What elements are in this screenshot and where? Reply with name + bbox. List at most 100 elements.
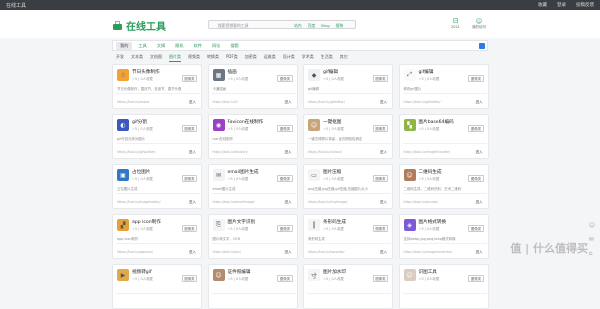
tool-card[interactable]: ◆ gif编辑 ☆5 | 0人收藏 图像类 gif编辑 https://tool.lu/g… <box>303 64 393 109</box>
subnav-item-image[interactable]: 图片类 <box>169 54 181 62</box>
subnav-item[interactable]: 文本类 <box>131 54 143 62</box>
tool-card[interactable]: 寸图片加水印 ☆5 | 0人收藏 图像类 <box>303 264 393 309</box>
top-bar: 在线工具 收藏 登录 投稿反馈 <box>0 0 600 10</box>
tool-description: 一键去掉照片背景，证件照轻松搞定 <box>308 137 363 141</box>
enter-link[interactable]: 进入 <box>476 250 483 255</box>
enter-link[interactable]: 进入 <box>189 150 196 155</box>
nav-item-software[interactable]: 软件 <box>190 42 206 50</box>
visitor-widget[interactable]: ☺ 我的访问 <box>472 18 486 30</box>
nav-item-questions[interactable]: 搜题 <box>226 42 242 50</box>
search-placeholder[interactable]: 搜索您想要的工具 <box>218 23 248 29</box>
tool-description: email图片生成 <box>212 187 236 191</box>
tool-name[interactable]: gif分割 <box>132 119 147 125</box>
enter-link[interactable]: 进入 <box>380 200 387 205</box>
mail-icon[interactable]: ✉ <box>589 236 595 243</box>
card-divider <box>402 243 487 244</box>
tool-name[interactable]: 视频转gif <box>132 269 152 275</box>
subnav-item[interactable]: 文档图 <box>150 54 162 62</box>
tool-name[interactable]: 占位图片 <box>132 169 150 175</box>
subnav-item[interactable]: 设计类 <box>283 54 295 62</box>
subnav-item[interactable]: 生活类 <box>321 54 333 62</box>
enter-link[interactable]: 进入 <box>285 150 292 155</box>
search-tab-sogou[interactable]: 搜狗 <box>336 23 344 29</box>
subnav-item[interactable]: 运维类 <box>264 54 276 62</box>
top-link-favorite[interactable]: 收藏 <box>538 2 547 8</box>
subnav-item[interactable]: 学术类 <box>302 54 314 62</box>
tool-card[interactable]: ▣ 占位图片 ☆5 | 0人收藏 图像类 占位图片生成 https://tool.lu/i… <box>112 164 202 209</box>
tool-name[interactable]: email图片生成 <box>228 169 259 175</box>
subnav-item[interactable]: 转换类 <box>207 54 219 62</box>
search-tab-bing[interactable]: Bing <box>321 23 329 29</box>
tool-name[interactable]: 一键抠图 <box>323 119 341 125</box>
enter-link[interactable]: 进入 <box>285 200 292 205</box>
tool-card[interactable]: ✉ email图片生成 ☆5 | 0人收藏 图像类 email图片生成 https://t… <box>207 164 298 209</box>
nav-item-links[interactable]: 网址 <box>208 42 224 50</box>
tool-card[interactable]: ║ 条形码生成 ☆5 | 0人收藏 图像类 条形码生成 https://tool.lu/b… <box>303 214 393 259</box>
subnav-item[interactable]: PDF类 <box>226 54 238 62</box>
enter-link[interactable]: 进入 <box>380 250 387 255</box>
enter-link[interactable]: 进入 <box>476 150 483 155</box>
tool-card[interactable]: ☺ 识图工具 ☆5 | 0人收藏 图像类 <box>398 264 489 309</box>
enter-link[interactable]: 进入 <box>189 250 196 255</box>
nav-item-random[interactable]: 随机 <box>171 42 187 50</box>
tool-name[interactable]: 图片格式转换 <box>419 219 447 225</box>
tool-card[interactable]: ▚ 图片base64编码 ☆5 | 0人收藏 图像类 https://tool.lu/i… <box>398 114 489 159</box>
enter-link[interactable]: 进入 <box>476 100 483 105</box>
home-icon[interactable]: ⌂ <box>589 250 595 257</box>
tool-name[interactable]: 图片base64编码 <box>419 119 454 125</box>
tool-card[interactable]: ☺ 二维码生成 ☆5 | 0人收藏 图像类 二维码生成，二维码识别，艺术二维码 https… <box>398 164 489 209</box>
tool-description: icon在线制作 <box>212 137 234 141</box>
top-link-feedback[interactable]: 投稿反馈 <box>576 2 594 8</box>
nav-item-mine[interactable]: 我的 <box>116 41 133 50</box>
search-tab-baidu[interactable]: 百度 <box>308 23 316 29</box>
tool-card[interactable]: ☺ 一键抠图 ☆5 | 0人收藏 图像类 一键去掉照片背景，证件照轻松搞定 https:/… <box>303 114 393 159</box>
tool-name[interactable]: gif编辑 <box>419 69 434 75</box>
tool-name[interactable]: 图片压缩 <box>323 169 341 175</box>
tool-name[interactable]: 识图工具 <box>419 269 437 275</box>
tool-name[interactable]: 条形码生成 <box>323 219 346 225</box>
subnav-item[interactable]: 视频类 <box>188 54 200 62</box>
enter-link[interactable]: 进入 <box>285 100 292 105</box>
search-box[interactable]: 搜索您想要的工具 站内 百度 Bing 搜狗 <box>208 20 356 29</box>
tool-card[interactable]: ☃ 节日头像制作 ☆5 | 0人收藏 图像类 节日头像制作，国庆节、圣诞节、春节头像 ht… <box>112 64 202 109</box>
tool-name[interactable]: 证件照编辑 <box>228 269 251 275</box>
tool-card[interactable]: ⤢ gif编辑 ☆5 | 0人收藏 图像类 修改gif图片 https://tool.lu… <box>398 64 489 109</box>
tool-icon: ⤢ <box>403 69 416 81</box>
enter-link[interactable]: 进入 <box>476 200 483 205</box>
tool-name[interactable]: gif编辑 <box>323 69 338 75</box>
enter-link[interactable]: 进入 <box>189 100 196 105</box>
tool-card[interactable]: ◉ Favicon在线制作 ☆5 | 0人收藏 图像类 icon在线制作 https://… <box>207 114 298 159</box>
tool-name[interactable]: 插画 <box>228 69 237 75</box>
nav-item-tools[interactable]: 工具 <box>134 42 150 50</box>
tool-card[interactable]: ▶ 视频转gif ☆5 | 0人收藏 图像类 <box>112 264 202 309</box>
enter-link[interactable]: 进入 <box>189 200 196 205</box>
tool-card[interactable]: ▞ app icon制作 ☆5 | 0人收藏 图像类 app icon制作 https:/… <box>112 214 202 259</box>
category-tag: 图像类 <box>181 275 197 282</box>
tool-name[interactable]: 图片加水印 <box>323 269 346 275</box>
tool-card[interactable]: ⎘ 图片文字识别 ☆5 | 0人收藏 图像类 图片转文字，OCR https://tool… <box>207 214 298 259</box>
site-logo[interactable]: 在线工具 <box>112 18 166 33</box>
tool-name[interactable]: 二维码生成 <box>419 169 442 175</box>
enter-link[interactable]: 进入 <box>285 250 292 255</box>
subnav-item[interactable]: 开发 <box>116 54 124 62</box>
enter-link[interactable]: 进入 <box>380 150 387 155</box>
tool-card[interactable]: ☺ 证件照编辑 ☆5 | 0人收藏 图像类 <box>207 264 298 309</box>
tool-name[interactable]: Favicon在线制作 <box>228 119 264 125</box>
tool-card[interactable]: ▦ 插画 ☆5 | 0人收藏 图像类 卡通插画 https://tool.lu/ill 进入 <box>207 64 298 109</box>
date-widget[interactable]: 日 2021 <box>451 18 460 29</box>
tool-card[interactable]: ◈ 图片格式转换 ☆5 | 0人收藏 图像类 支持webp,jpg,png,bmp格式转… <box>398 214 489 259</box>
enter-link[interactable]: 进入 <box>380 100 387 105</box>
tool-name[interactable]: 节日头像制作 <box>132 69 160 75</box>
tool-card[interactable]: ▭ 图片压缩 ☆5 | 0人收藏 图像类 png压缩,jpg压缩,gif压缩,压缩图片大… <box>303 164 393 209</box>
subnav-item[interactable]: 其它 <box>340 54 348 62</box>
tool-name[interactable]: app icon制作 <box>132 219 161 225</box>
service-icon[interactable]: ☺ <box>589 222 595 229</box>
nav-item-digest[interactable]: 文摘 <box>153 42 169 50</box>
subnav-item[interactable]: 加密类 <box>245 54 257 62</box>
top-link-login[interactable]: 登录 <box>557 2 566 8</box>
tool-card[interactable]: ◐ gif分割 ☆5 | 0人收藏 图像类 gif分割分拆为图片 https://tool… <box>112 114 202 159</box>
search-tab-site[interactable]: 站内 <box>294 23 302 29</box>
add-button-icon[interactable] <box>479 43 485 49</box>
tool-name[interactable]: 图片文字识别 <box>228 219 256 225</box>
tool-url: https://tool.lu/emailimage/ <box>212 200 255 204</box>
